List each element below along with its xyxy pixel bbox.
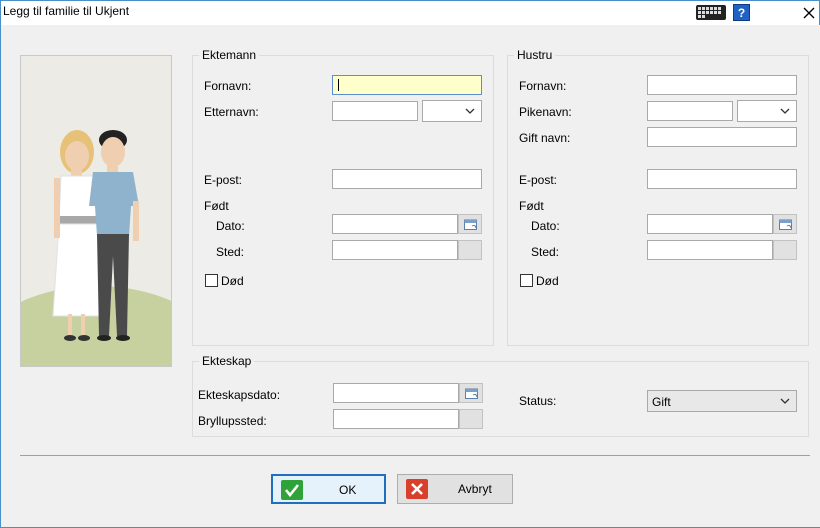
husband-dead-label: Død — [221, 274, 244, 288]
wife-marriedname-field[interactable] — [647, 127, 797, 147]
wife-maidenname-dropdown[interactable] — [737, 100, 797, 122]
wife-birthplace-picker-button[interactable] — [773, 240, 797, 260]
wife-group-title: Hustru — [514, 48, 556, 62]
wife-birthdate-field[interactable] — [647, 214, 773, 234]
text-caret — [338, 79, 339, 91]
calendar-icon — [464, 219, 477, 230]
husband-birthplace-field[interactable] — [332, 240, 458, 260]
footer-divider — [20, 455, 810, 456]
wife-maidenname-field[interactable] — [647, 101, 733, 121]
husband-email-label: E-post: — [204, 173, 243, 187]
cancel-button[interactable]: Avbryt — [397, 474, 513, 504]
calendar-icon — [779, 219, 792, 230]
wife-maidenname-label: Pikenavn: — [519, 105, 572, 119]
cancel-button-label: Avbryt — [458, 482, 492, 496]
wife-birthplace-label: Sted: — [531, 245, 560, 259]
husband-group-title: Ektemann — [199, 48, 260, 62]
wife-dead-checkbox[interactable] — [520, 274, 533, 287]
chevron-down-icon — [780, 108, 790, 114]
calendar-icon — [465, 388, 478, 399]
marriage-status-value: Gift — [652, 395, 671, 409]
wife-email-field[interactable] — [647, 169, 797, 189]
wife-email-label: E-post: — [519, 173, 558, 187]
husband-firstname-label: Fornavn: — [204, 79, 252, 93]
wife-marriedname-label: Gift navn: — [519, 131, 571, 145]
marriage-status-select[interactable]: Gift — [647, 390, 797, 412]
wife-birthplace-field[interactable] — [647, 240, 773, 260]
x-mark-icon — [406, 479, 428, 499]
husband-firstname-field[interactable] — [332, 75, 482, 95]
husband-birthplace-label: Sted: — [216, 245, 245, 259]
husband-dead-checkbox[interactable] — [205, 274, 218, 287]
husband-birthplace-picker-button[interactable] — [458, 240, 482, 260]
wedding-place-picker-button[interactable] — [459, 409, 483, 429]
keyboard-icon[interactable] — [696, 5, 726, 20]
wife-group: Hustru — [507, 48, 809, 346]
dialog-content: Ektemann Fornavn: Etternavn: E-post: Fød… — [2, 25, 820, 527]
chevron-down-icon — [465, 108, 475, 114]
marriage-date-label: Ekteskapsdato: — [198, 388, 281, 402]
husband-born-label: Født — [204, 199, 229, 213]
wife-birthdate-calendar-button[interactable] — [773, 214, 797, 234]
wedding-place-label: Bryllupssted: — [198, 414, 267, 428]
couple-illustration — [20, 55, 172, 367]
chevron-down-icon — [780, 398, 790, 404]
husband-group: Ektemann — [192, 48, 494, 346]
checkmark-icon — [281, 480, 303, 500]
dialog-window: Legg til familie til Ukjent ? Ektemann F… — [0, 0, 820, 528]
husband-lastname-label: Etternavn: — [204, 105, 259, 119]
husband-email-field[interactable] — [332, 169, 482, 189]
wedding-place-field[interactable] — [333, 409, 459, 429]
wife-birthdate-label: Dato: — [531, 219, 560, 233]
marriage-status-label: Status: — [519, 394, 557, 408]
title-bar: Legg til familie til Ukjent ? — [1, 1, 819, 25]
husband-birthdate-field[interactable] — [332, 214, 458, 234]
husband-lastname-dropdown[interactable] — [422, 100, 482, 122]
wife-dead-label: Død — [536, 274, 559, 288]
help-icon[interactable]: ? — [733, 4, 750, 21]
marriage-date-calendar-button[interactable] — [459, 383, 483, 403]
close-icon[interactable] — [800, 4, 818, 22]
ok-button-label: OK — [339, 483, 357, 497]
wife-firstname-field[interactable] — [647, 75, 797, 95]
window-title: Legg til familie til Ukjent — [3, 4, 130, 18]
husband-birthdate-label: Dato: — [216, 219, 245, 233]
wife-firstname-label: Fornavn: — [519, 79, 567, 93]
ok-button[interactable]: OK — [271, 474, 386, 504]
marriage-group-title: Ekteskap — [199, 354, 255, 368]
husband-lastname-field[interactable] — [332, 101, 418, 121]
marriage-date-field[interactable] — [333, 383, 459, 403]
wife-born-label: Født — [519, 199, 544, 213]
husband-birthdate-calendar-button[interactable] — [458, 214, 482, 234]
